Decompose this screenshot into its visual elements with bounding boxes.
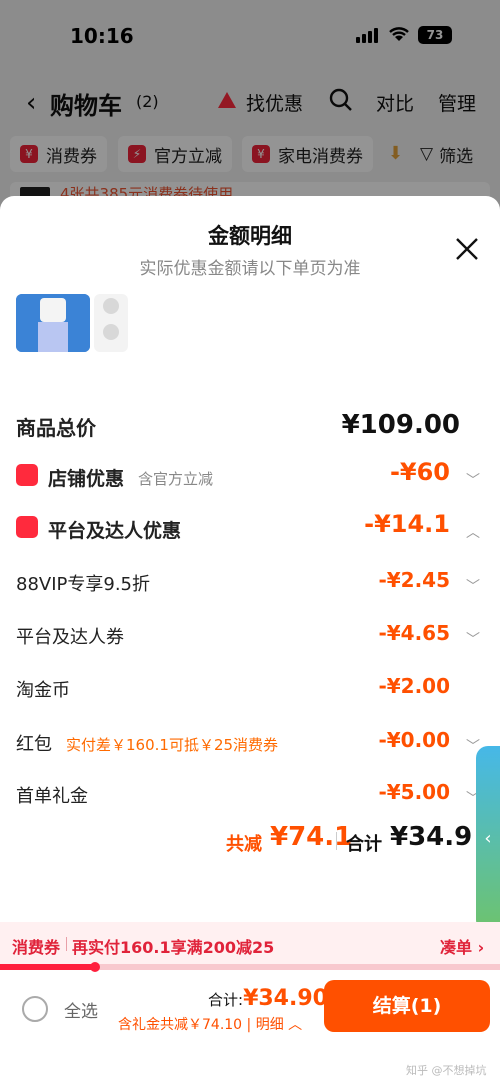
side-float-tab[interactable]: ‹ <box>476 746 500 932</box>
platform-discount-row[interactable]: 平台及达人优惠 -¥14.1 ︿ <box>0 508 500 548</box>
close-icon[interactable] <box>454 236 480 262</box>
discount-item-row[interactable]: 首单礼金 -¥5.00 ﹀ <box>0 774 500 814</box>
discount-item-row[interactable]: 红包 实付差￥160.1可抵￥25消费券 -¥0.00 ﹀ <box>0 722 500 762</box>
goods-total-row: 商品总价 ¥109.00 <box>16 410 460 440</box>
watermark: 知乎 @不想掉坑 <box>406 1064 487 1077</box>
shop-discount-row[interactable]: 店铺优惠 含官方立减 -¥60 ﹀ <box>0 456 500 496</box>
checkout-bar: 全选 合计:¥34.90 含礼金共减￥74.10 | 明细 ︿ 结算(1) <box>0 980 500 1042</box>
sheet-total: ¥34.9 <box>390 822 473 852</box>
amount-detail-sheet: 金额明细 实际优惠金额请以下单页为准 商品总价 ¥109.00 店铺优惠 含官方… <box>0 196 500 1086</box>
sheet-subtitle: 实际优惠金额请以下单页为准 <box>139 259 361 279</box>
coupon-progress <box>0 962 500 972</box>
add-items-link[interactable]: 凑单 › <box>440 934 484 958</box>
progress-fill <box>0 964 95 970</box>
progress-knob <box>90 962 100 972</box>
product-thumbnail-2[interactable] <box>94 294 128 352</box>
discount-item-row[interactable]: 平台及达人券 -¥4.65 ﹀ <box>0 615 500 655</box>
goods-total-amount: ¥109.00 <box>341 410 460 440</box>
chevron-left-icon: ‹ <box>484 828 492 849</box>
platform-icon <box>16 516 38 538</box>
discount-item-row: 淘金币 -¥2.00 <box>16 674 450 701</box>
chevron-up-icon: ︿ <box>283 1017 303 1033</box>
chevron-down-icon: ﹀ <box>466 632 480 648</box>
checkout-button[interactable]: 结算(1) <box>324 980 490 1032</box>
chevron-down-icon: ﹀ <box>466 579 480 595</box>
chevron-down-icon: ﹀ <box>466 473 480 489</box>
product-thumbnail[interactable] <box>16 294 90 352</box>
select-all-label[interactable]: 全选 <box>64 997 98 1022</box>
shop-icon <box>16 464 38 486</box>
select-all-radio[interactable] <box>22 996 48 1022</box>
total-savings: ¥74.1 <box>270 822 353 852</box>
chevron-up-icon: ︿ <box>466 525 480 541</box>
sheet-title: 金额明细 <box>208 224 292 248</box>
divider <box>336 832 337 850</box>
details-link[interactable]: 含礼金共减￥74.10 | 明细 ︿ <box>118 1014 302 1034</box>
coupon-progress-bar[interactable]: 消费券 再实付160.1享满200减25 凑单 › <box>0 922 500 964</box>
discount-item-row[interactable]: 88VIP专享9.5折 -¥2.45 ﹀ <box>0 562 500 602</box>
divider <box>66 937 67 951</box>
red-packet-note: 实付差￥160.1可抵￥25消费券 <box>66 736 279 754</box>
checkout-total: 合计:¥34.90 <box>208 986 328 1011</box>
sheet-summary: 共减 ¥74.1 合计 ¥34.9 <box>226 822 473 855</box>
